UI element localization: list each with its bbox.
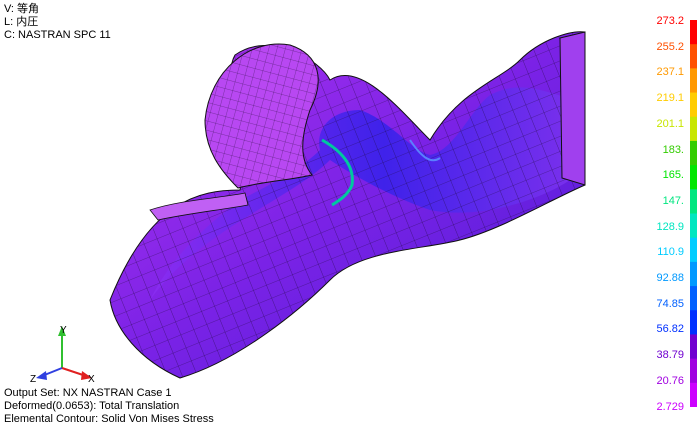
- legend-label: 20.76: [656, 374, 684, 387]
- pipe-body: [109, 31, 586, 379]
- legend-label: 110.9: [657, 246, 684, 259]
- result-info: Output Set: NX NASTRAN Case 1 Deformed(0…: [4, 387, 214, 426]
- legend-swatch: [690, 44, 697, 69]
- legend-swatch: [690, 310, 697, 335]
- legend-label: 92.88: [656, 272, 684, 284]
- legend-swatch: [690, 286, 697, 311]
- legend-swatch: [690, 20, 697, 45]
- contour-line: Elemental Contour: Solid Von Mises Stres…: [4, 413, 214, 425]
- legend-swatch: [690, 140, 697, 166]
- graphics-viewport[interactable]: V: 等角 L: 内圧 C: NASTRAN SPC 11 Y X Z Outp…: [0, 0, 700, 430]
- legend-swatch: [690, 358, 697, 384]
- contour-legend-bar: [690, 20, 697, 407]
- legend-swatch: [690, 68, 697, 94]
- legend-swatch: [690, 382, 697, 407]
- legend-label: 165.: [662, 169, 684, 182]
- legend-label: 74.85: [656, 297, 684, 310]
- legend-label: 201.1: [656, 117, 684, 130]
- legend-swatch: [690, 165, 697, 190]
- output-set-line: Output Set: NX NASTRAN Case 1: [4, 387, 172, 399]
- legend-label: 128.9: [656, 220, 684, 233]
- legend-swatch: [690, 237, 697, 263]
- triad-y-label: Y: [60, 325, 67, 336]
- legend-swatch: [690, 261, 697, 287]
- legend-label: 2.729: [656, 400, 684, 413]
- legend-label: 38.79: [656, 349, 684, 362]
- legend-swatch: [690, 92, 697, 118]
- legend-label: 56.82: [656, 323, 684, 336]
- triad-x-label: X: [88, 374, 95, 385]
- legend-swatch: [690, 213, 697, 239]
- legend-label: 183.: [662, 143, 684, 156]
- legend-label: 219.1: [656, 92, 684, 105]
- legend-swatch: [690, 189, 697, 214]
- deformed-line: Deformed(0.0653): Total Translation: [4, 400, 180, 412]
- legend-label: 255.2: [656, 40, 684, 53]
- legend-label: 237.1: [656, 66, 684, 79]
- contour-legend: 273.2 255.2 237.1 219.1 201.1 183. 165. 147. 128…: [580, 14, 684, 414]
- legend-label: 147.: [662, 194, 684, 207]
- legend-swatch: [690, 334, 697, 360]
- legend-swatch: [690, 116, 697, 142]
- legend-label: 273.2: [656, 15, 684, 27]
- coordinate-triad: Y X Z: [30, 325, 95, 385]
- triad-z-label: Z: [30, 374, 36, 385]
